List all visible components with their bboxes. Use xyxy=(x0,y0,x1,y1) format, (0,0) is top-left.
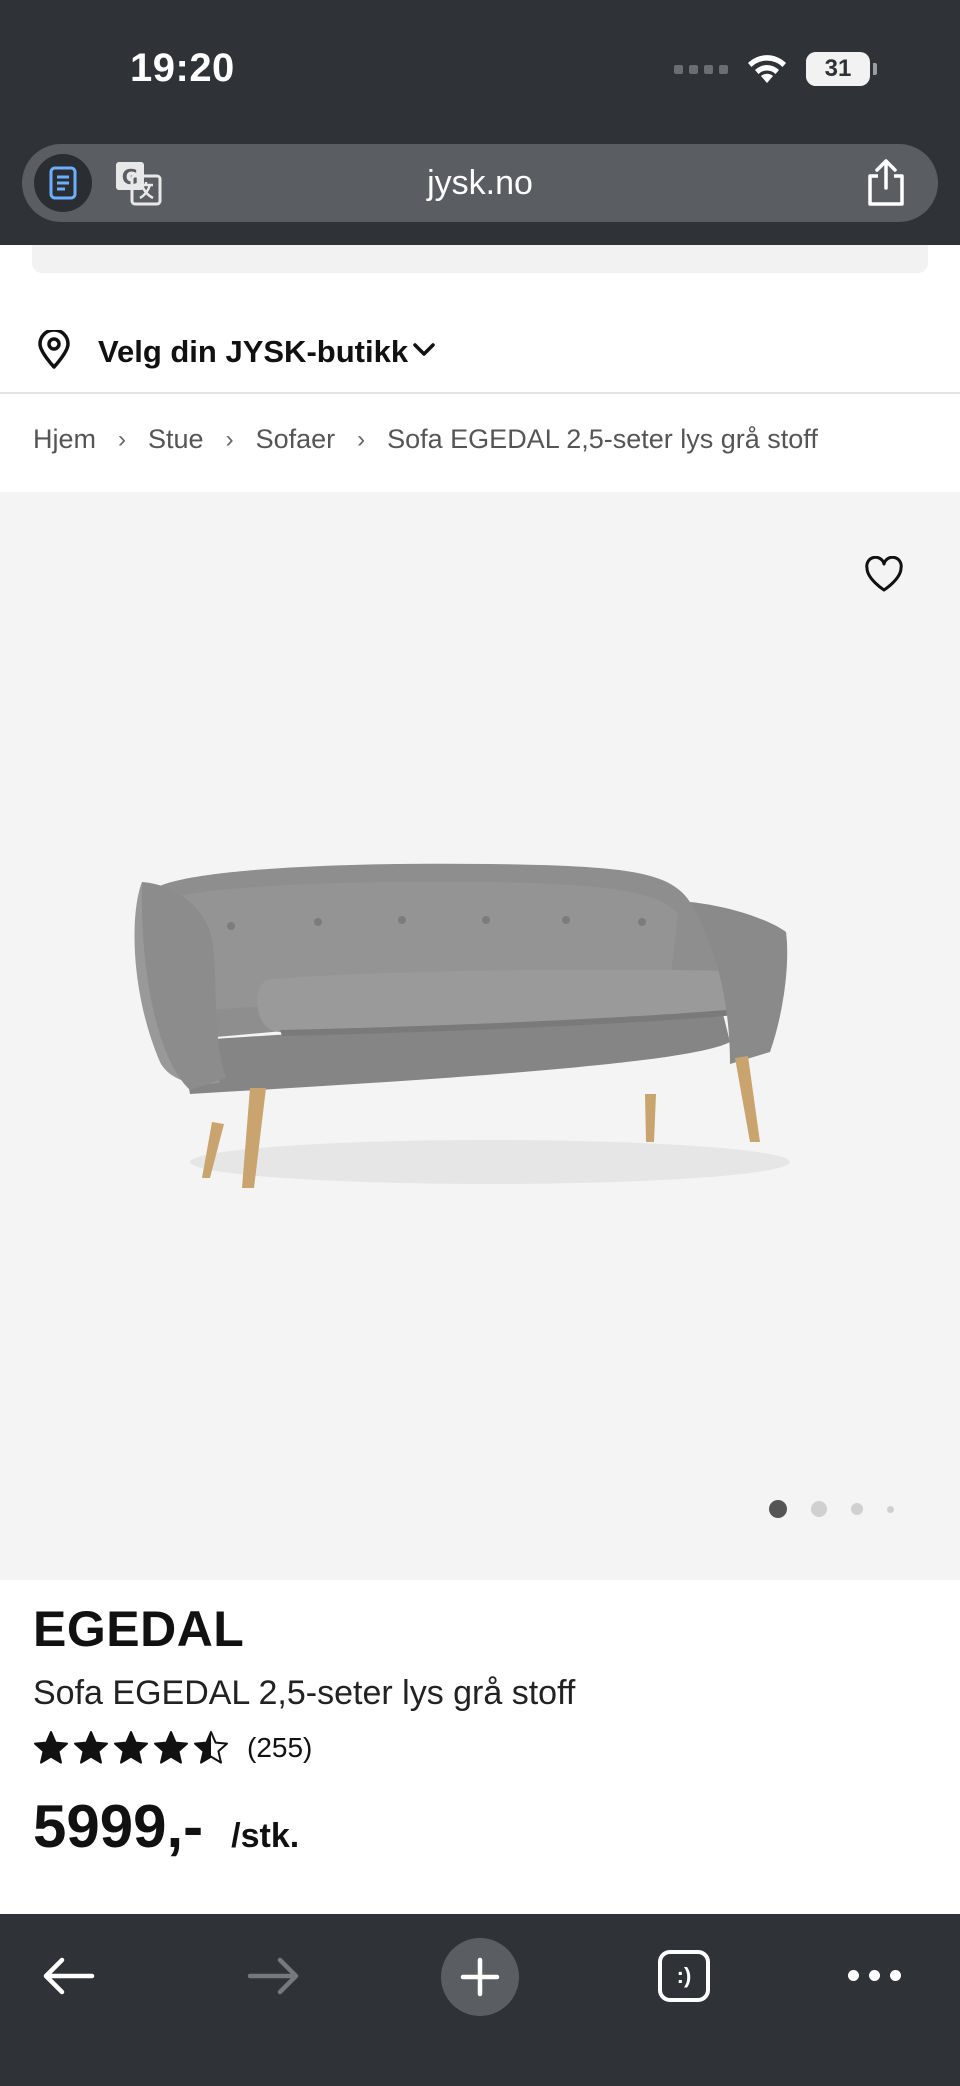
breadcrumb-item-current: Sofa EGEDAL 2,5-seter lys grå stoff xyxy=(387,424,818,454)
star-icon xyxy=(34,1731,68,1764)
header-divider-strip xyxy=(32,245,928,273)
star-icon xyxy=(114,1731,148,1764)
more-icon[interactable] xyxy=(848,1970,901,1981)
breadcrumb-chevron-icon: › xyxy=(357,425,366,453)
plus-icon xyxy=(460,1957,500,1997)
tabs-icon[interactable]: :) xyxy=(658,1950,710,2002)
breadcrumb-chevron-icon: › xyxy=(225,425,234,453)
rating-stars xyxy=(33,1730,229,1766)
wifi-icon xyxy=(748,55,786,83)
breadcrumb: Hjem › Stue › Sofaer › Sofa EGEDAL 2,5-s… xyxy=(33,424,818,455)
status-icons: 31 xyxy=(674,52,877,86)
status-time: 19:20 xyxy=(130,46,235,90)
url-text[interactable]: jysk.no xyxy=(22,164,938,203)
heart-icon[interactable] xyxy=(864,556,904,594)
product-name: Sofa EGEDAL 2,5-seter lys grå stoff xyxy=(33,1674,576,1712)
price-value: 5999,- xyxy=(33,1793,204,1860)
back-arrow-icon[interactable] xyxy=(40,1954,96,1998)
new-tab-button[interactable] xyxy=(441,1938,519,2016)
carousel-dot[interactable] xyxy=(851,1503,863,1515)
carousel-dot[interactable] xyxy=(769,1500,787,1518)
product-price: 5999,- /stk. xyxy=(33,1792,299,1861)
star-icon xyxy=(194,1731,228,1764)
browser-bottom-toolbar: :) xyxy=(0,1914,960,2086)
breadcrumb-chevron-icon: › xyxy=(118,425,127,453)
price-unit: /stk. xyxy=(231,1817,300,1855)
store-selector-label[interactable]: Velg din JYSK-butikk xyxy=(98,334,408,370)
sofa-image xyxy=(134,863,790,1188)
product-rating[interactable]: (255) xyxy=(33,1730,312,1766)
battery-icon: 31 xyxy=(806,52,877,86)
share-icon[interactable] xyxy=(864,158,908,208)
address-bar[interactable]: G jysk.no xyxy=(22,144,938,222)
battery-percent: 31 xyxy=(824,55,852,82)
location-pin-icon xyxy=(38,330,70,369)
store-selector[interactable]: Velg din JYSK-butikk xyxy=(0,300,960,394)
forward-arrow-icon[interactable] xyxy=(246,1954,302,1998)
chevron-down-icon[interactable] xyxy=(410,336,438,364)
product-image-gallery[interactable] xyxy=(0,492,960,1580)
breadcrumb-item-stue[interactable]: Stue xyxy=(148,424,204,455)
breadcrumb-item-sofaer[interactable]: Sofaer xyxy=(256,424,336,455)
browser-top-bar: 19:20 31 G jysk.no xyxy=(0,0,960,245)
breadcrumb-item-hjem[interactable]: Hjem xyxy=(33,424,96,455)
product-brand: EGEDAL xyxy=(33,1601,245,1657)
star-icon xyxy=(154,1731,188,1764)
signal-icon xyxy=(674,64,728,74)
carousel-dot[interactable] xyxy=(811,1501,827,1517)
image-carousel-dots[interactable] xyxy=(769,1500,894,1518)
carousel-dot[interactable] xyxy=(887,1505,894,1513)
star-icon xyxy=(74,1731,108,1764)
review-count[interactable]: (255) xyxy=(247,1732,312,1764)
